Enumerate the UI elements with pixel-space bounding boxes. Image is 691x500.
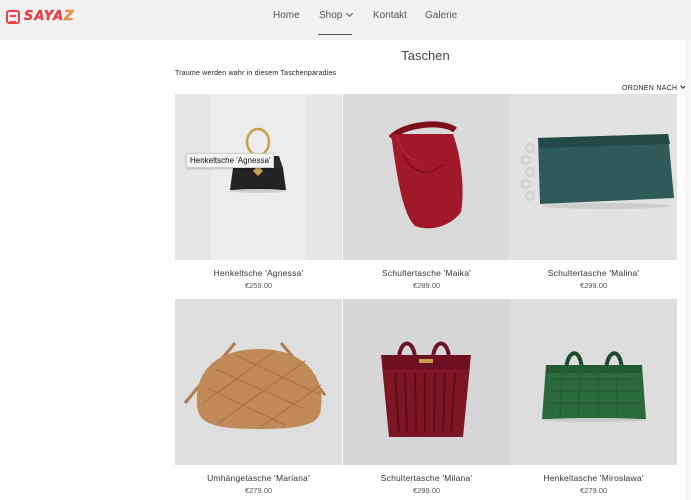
product-price: €279.00 (244, 486, 273, 495)
nav-galerie[interactable]: Galerie (425, 10, 457, 21)
product-name[interactable]: Schultertasche 'Milana' (343, 473, 510, 483)
product-price: €279.00 (579, 486, 608, 495)
nav-home[interactable]: Home (273, 10, 300, 21)
page-title: Taschen (401, 48, 450, 63)
sort-label: ORDNEN NACH (622, 85, 678, 92)
product-price: €289.00 (412, 281, 441, 290)
page-tagline: Traume werden wahr in diesem Taschenpara… (175, 70, 337, 77)
product-name[interactable]: Schultertasche 'Maika' (343, 268, 510, 278)
product-name[interactable]: Umhängetasche 'Mariana' (175, 473, 342, 483)
nav-shop-label: Shop (319, 10, 343, 21)
site-header: SAYAZ Home Shop Kontakt Galerie (0, 0, 691, 40)
product-price: €299.00 (579, 281, 608, 290)
nav-shop[interactable]: Shop (319, 9, 354, 21)
sort-dropdown[interactable]: ORDNEN NACH (622, 83, 687, 92)
product-price: €299.00 (412, 486, 441, 495)
product-image[interactable] (343, 299, 510, 465)
main-nav: Home Shop Kontakt Galerie (0, 9, 691, 35)
product-name[interactable]: Henkeltasche 'Miroslawa' (510, 473, 677, 483)
product-image[interactable] (175, 94, 342, 260)
product-image[interactable] (175, 299, 342, 465)
product-name[interactable]: Henkeltsche 'Agnessa' (175, 268, 342, 278)
scrollbar-track[interactable] (685, 40, 691, 500)
nav-active-underline (318, 34, 352, 35)
nav-kontakt[interactable]: Kontakt (373, 10, 407, 21)
product-image[interactable] (510, 94, 677, 260)
product-image[interactable] (510, 299, 677, 465)
chevron-down-icon (346, 9, 354, 18)
product-price: €259.00 (244, 281, 273, 290)
product-image[interactable] (343, 94, 510, 260)
product-name[interactable]: Schultertasche 'Malina' (510, 268, 677, 278)
product-tooltip: Henkeltsche 'Agnessa' (186, 153, 275, 168)
